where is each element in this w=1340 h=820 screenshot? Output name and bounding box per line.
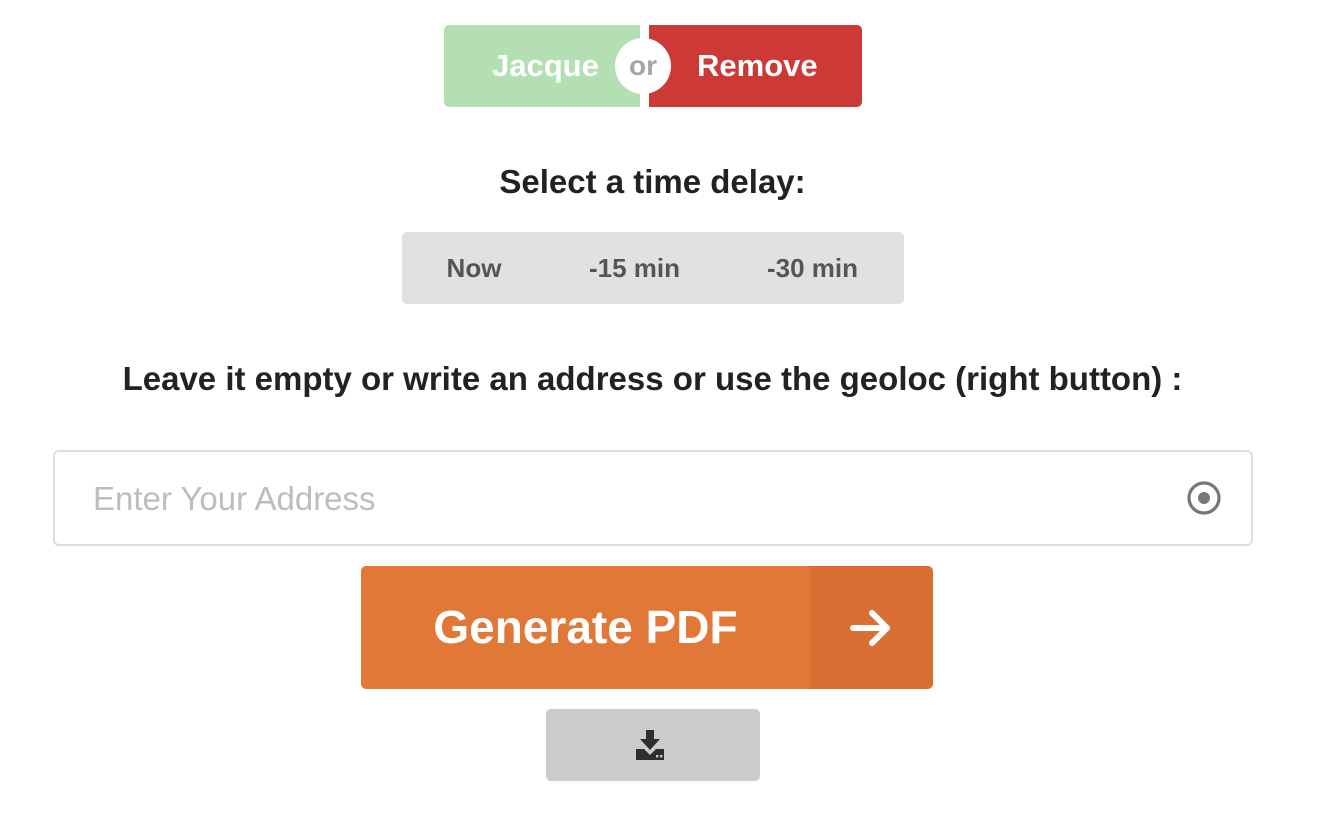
or-divider: or (615, 38, 671, 94)
generate-pdf-label: Generate PDF (361, 566, 810, 689)
time-delay-heading: Select a time delay: (499, 163, 806, 200)
download-button[interactable] (546, 709, 760, 781)
remove-button[interactable]: Remove (649, 25, 862, 107)
address-field (53, 450, 1253, 546)
jacque-button[interactable]: Jacque (444, 25, 640, 107)
delay-option-15-min[interactable]: -15 min (572, 232, 697, 304)
arrow-right-icon (810, 566, 933, 689)
delay-option-now[interactable]: Now (424, 232, 524, 304)
jacque-remove-toggle: Jacque Remove or (444, 25, 862, 107)
download-icon (636, 730, 664, 760)
page: Jacque Remove or Select a time delay: No… (0, 0, 1340, 820)
address-instructions: Leave it empty or write an address or us… (122, 360, 1183, 397)
delay-option-30-min[interactable]: -30 min (750, 232, 875, 304)
generate-pdf-button[interactable]: Generate PDF (361, 566, 933, 689)
time-delay-selector: Now -15 min -30 min (402, 232, 904, 304)
dot-circle-icon[interactable] (1186, 480, 1222, 516)
address-input[interactable] (91, 452, 1155, 546)
